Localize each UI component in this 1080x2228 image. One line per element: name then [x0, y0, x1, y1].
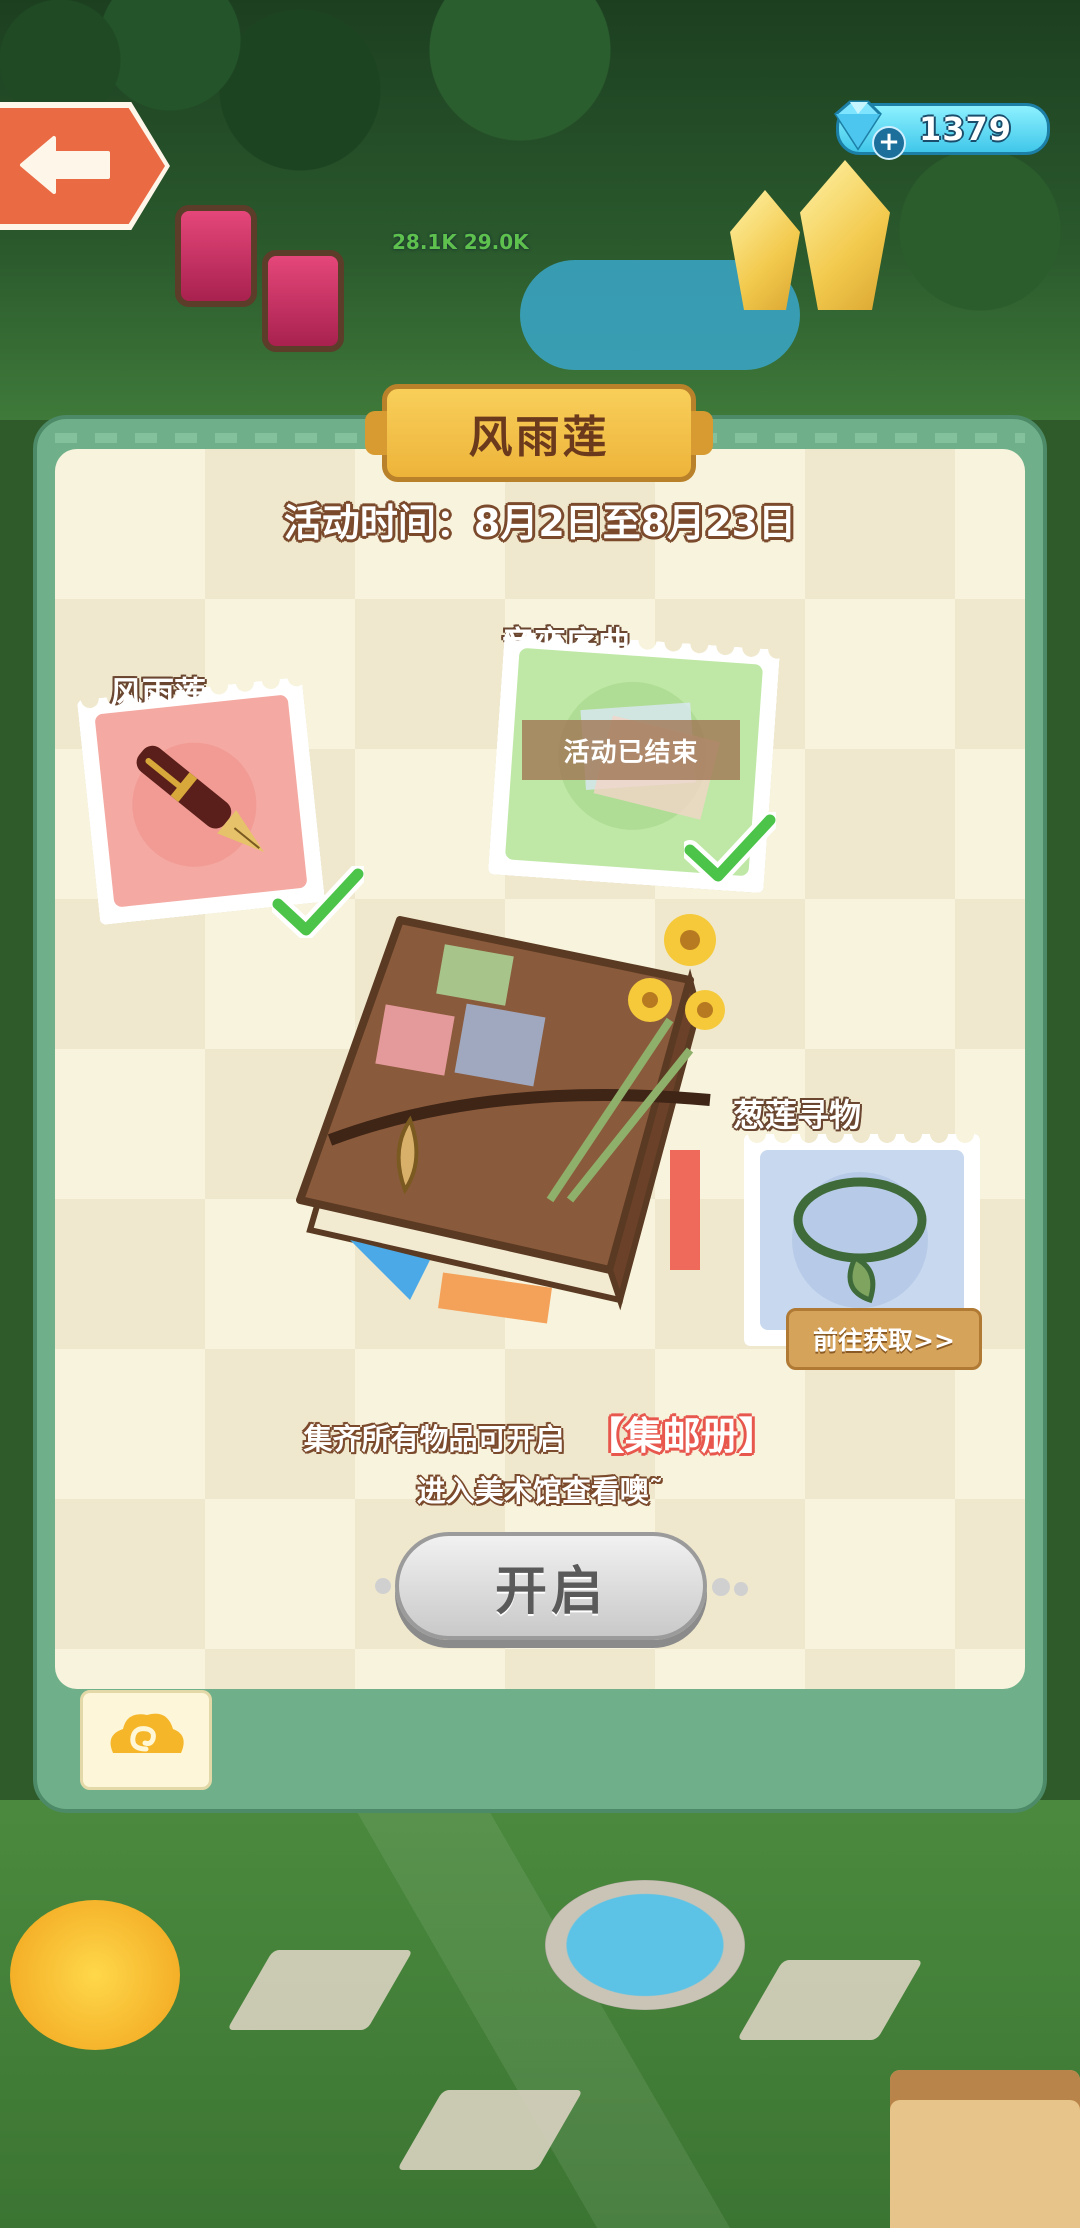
pink-jar-building [262, 250, 344, 352]
arrow-left-icon [20, 136, 110, 194]
button-decoration [375, 1578, 391, 1594]
open-album-button[interactable]: 开启 [395, 1532, 707, 1640]
stamp-album-book-icon [296, 914, 725, 1324]
event-ended-tag: 活动已结束 [522, 720, 740, 780]
museum-hint-text: 进入美术馆查看噢˜ [416, 1474, 664, 1508]
floating-value-text: 28.1K 29.0K [392, 230, 529, 254]
collect-hint: 集齐所有物品可开启 【集邮册】 [0, 1405, 1080, 1460]
panel-title-banner: 风雨莲 [365, 384, 713, 482]
yellow-tree [10, 1900, 180, 2050]
check-icon [684, 812, 776, 884]
swirl-cloud-icon [110, 1713, 184, 1753]
stamp-label-conglianxunwu: 葱莲寻物 [733, 1096, 862, 1134]
add-gems-button[interactable]: + [872, 126, 906, 160]
pink-jar-building [175, 205, 257, 307]
event-time-text: 活动时间：8月2日至8月23日 [283, 501, 797, 545]
necklace-icon [792, 1172, 928, 1308]
button-decoration [734, 1582, 748, 1596]
go-obtain-button[interactable]: 前往获取>> [786, 1308, 982, 1370]
open-album-button-label: 开启 [494, 1562, 607, 1621]
event-tab-cloud[interactable] [80, 1690, 212, 1790]
fountain [545, 1880, 745, 2010]
album-name-text: 【集邮册】 [586, 1414, 777, 1458]
shop-hut [890, 2070, 1080, 2228]
panel-title: 风雨莲 [468, 412, 610, 463]
button-decoration [712, 1578, 730, 1596]
gem-count: 1379 [919, 110, 1013, 148]
collect-hint-text: 集齐所有物品可开启 [303, 1422, 565, 1456]
stamp-face [760, 1150, 964, 1330]
